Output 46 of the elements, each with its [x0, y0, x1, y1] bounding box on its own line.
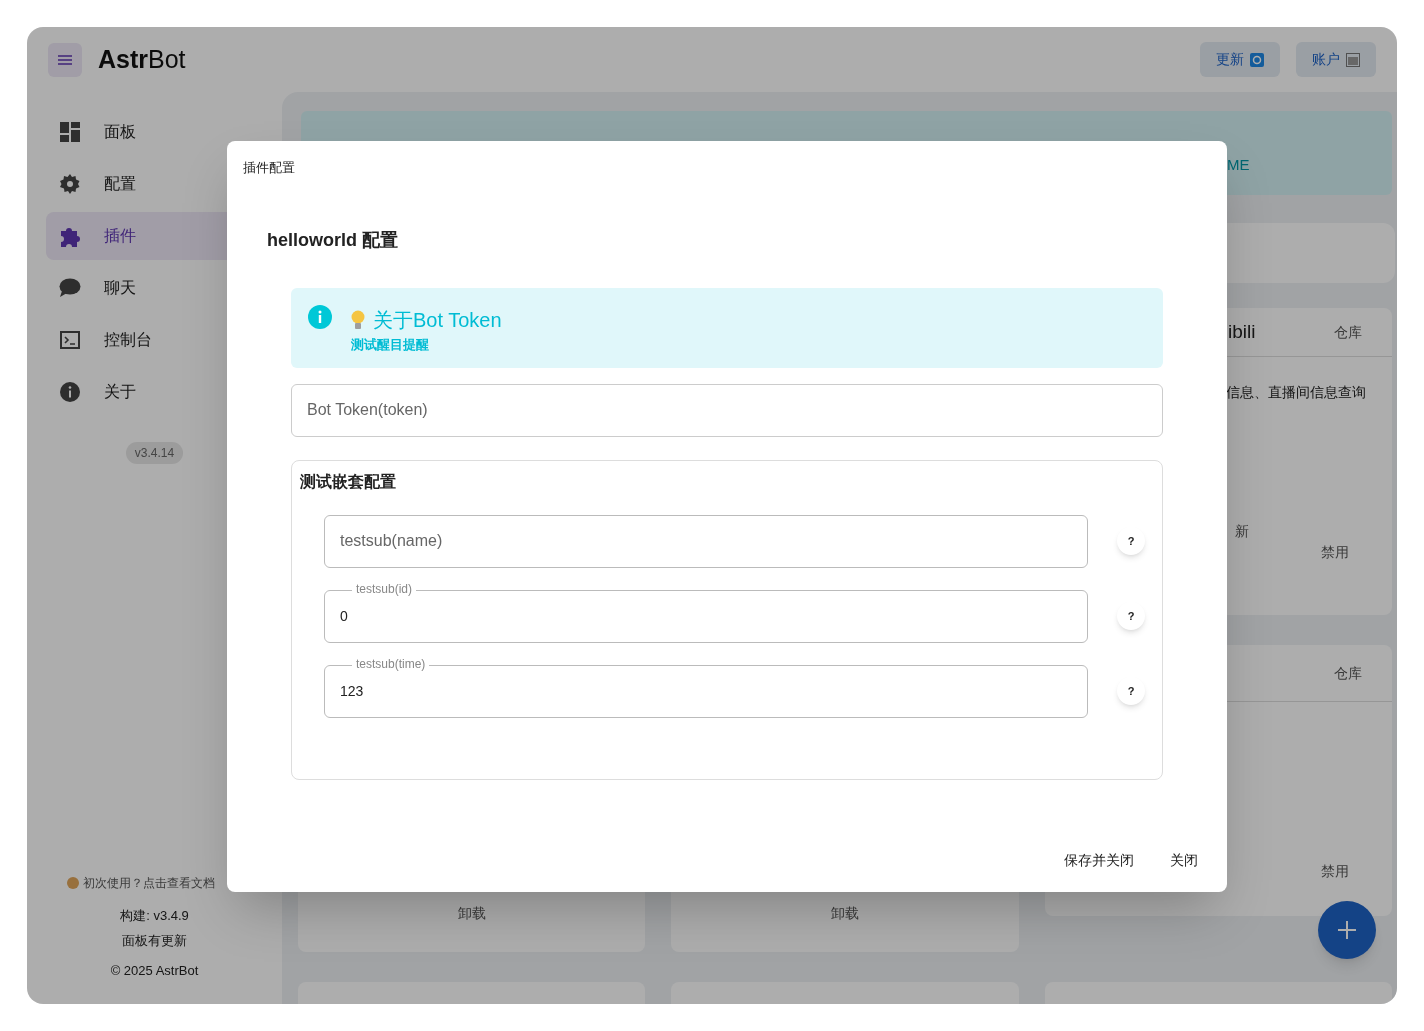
help-button[interactable]: ?: [1117, 602, 1145, 630]
logo: AstrBot: [98, 43, 186, 75]
alert-text: ME: [1227, 154, 1250, 175]
update-button[interactable]: 更新: [1200, 42, 1280, 77]
puzzle-icon: [59, 225, 81, 247]
disable-link[interactable]: 禁用: [1321, 861, 1349, 882]
sidebar-item[interactable]: 控制台: [46, 316, 303, 364]
lightbulb-icon: [351, 309, 365, 330]
input-field[interactable]: testsub(name): [324, 514, 1088, 568]
save-close-button[interactable]: 保存并关闭: [1051, 842, 1147, 878]
alert-subtitle: 测试醒目提醒: [351, 335, 430, 354]
terminal-icon: [60, 331, 80, 349]
account-button[interactable]: 账户: [1296, 42, 1376, 77]
build-version: 构建: v3.4.9: [120, 906, 189, 925]
disable-link[interactable]: 禁用: [1321, 542, 1349, 563]
info-icon: [308, 304, 332, 329]
plugin-description: 信息、直播间信息查询: [1226, 383, 1366, 402]
window-icon: [1346, 52, 1360, 67]
uninstall-link[interactable]: 卸载: [457, 903, 486, 924]
emoji-icon: [67, 876, 79, 889]
token-field[interactable]: Bot Token(token): [291, 383, 1163, 437]
plugin-note: 新: [1235, 522, 1249, 541]
copyright: © 2025 AstrBot: [110, 961, 199, 980]
update-notice: 面板有更新: [122, 932, 187, 950]
sidebar-item[interactable]: 面板: [46, 108, 303, 156]
help-button[interactable]: ?: [1117, 527, 1145, 555]
plugin-name: ibili: [1228, 319, 1256, 344]
panel-title: 测试嵌套配置: [299, 471, 397, 492]
dashboard-icon: [60, 122, 80, 142]
menu-button[interactable]: [48, 42, 82, 77]
dialog-title: 插件配置: [242, 159, 296, 177]
repo-link[interactable]: 仓库: [1334, 662, 1362, 684]
repo-link[interactable]: 仓库: [1334, 321, 1362, 343]
alert-title: 关于Bot Token: [373, 307, 502, 333]
close-button[interactable]: 关闭: [1157, 842, 1211, 878]
info-icon: [60, 382, 80, 402]
uninstall-link[interactable]: 卸载: [831, 903, 859, 924]
menu-icon: [58, 54, 72, 65]
sidebar-item[interactable]: 聊天: [46, 264, 303, 312]
refresh-icon: [1250, 52, 1264, 67]
help-button[interactable]: ?: [1117, 677, 1145, 705]
chat-bubble-icon: [59, 278, 81, 298]
plus-icon: [1338, 921, 1356, 939]
version-badge: v3.4.14: [125, 442, 184, 464]
gear-icon: [60, 174, 80, 194]
help-link[interactable]: 初次使用？点击查看文档: [83, 873, 215, 892]
